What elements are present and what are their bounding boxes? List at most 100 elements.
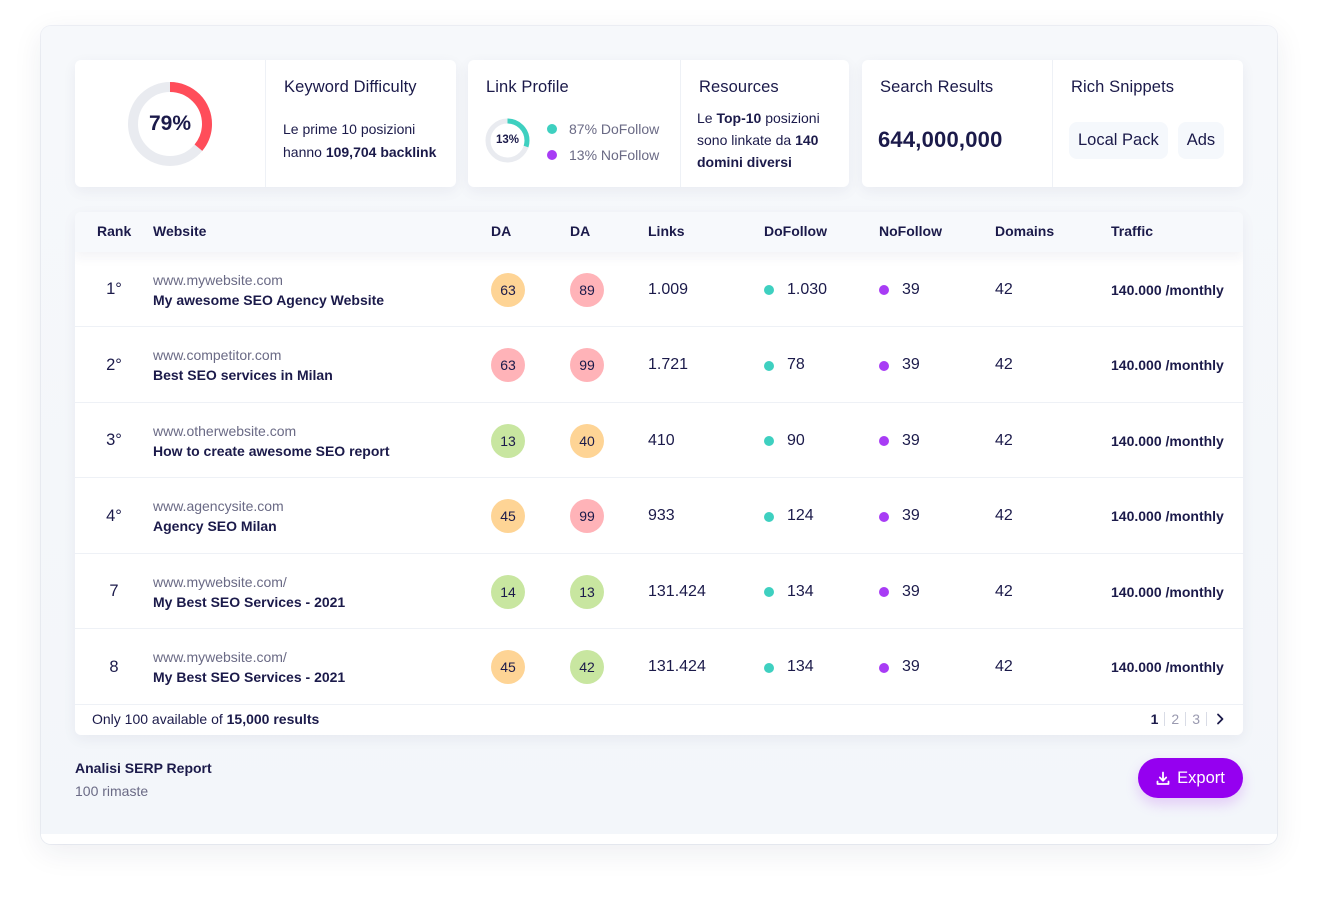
da-1-badge: 14 — [491, 574, 525, 609]
column-header-website[interactable]: Website — [153, 212, 206, 250]
dofollow-cell: 1.030 — [764, 252, 827, 327]
traffic-cell: 140.000 /monthly — [1111, 659, 1224, 675]
difficulty-gauge-pane: 79% — [75, 60, 265, 187]
da-1-cell: 45 — [491, 630, 525, 705]
website-title[interactable]: My Best SEO Services - 2021 — [153, 667, 345, 687]
table-row[interactable]: 7 www.mywebsite.com/My Best SEO Services … — [75, 554, 1243, 629]
page-3-button[interactable]: 3 — [1186, 711, 1206, 727]
column-header-traffic[interactable]: Traffic — [1111, 212, 1153, 250]
nofollow-dot-icon — [879, 285, 889, 295]
column-header-dofollow[interactable]: DoFollow — [764, 212, 827, 250]
difficulty-line-2-prefix: hanno — [283, 144, 326, 160]
links-cell: 933 — [648, 507, 675, 524]
results-info: Only 100 available of 15,000 results — [92, 705, 319, 733]
domains-cell: 42 — [995, 658, 1013, 675]
dofollow-cell: 134 — [764, 630, 814, 705]
website-title[interactable]: My Best SEO Services - 2021 — [153, 592, 345, 612]
rank-cell: 2° — [106, 355, 122, 374]
dofollow-dot-icon — [764, 511, 774, 522]
dofollow-value: 134 — [787, 658, 814, 675]
link-profile-percent: 13% — [495, 134, 520, 146]
nofollow-value: 39 — [902, 280, 920, 298]
dofollow-value: 78 — [787, 356, 805, 373]
table-row[interactable]: 4° www.agencysite.com Agency SEO Milan 45 99… — [75, 479, 1243, 554]
legend-label-nofollow: 13% NoFollow — [569, 147, 660, 163]
da-2-badge: 40 — [570, 423, 604, 458]
da-1-cell: 63 — [491, 252, 525, 327]
nofollow-dot-icon — [879, 587, 889, 597]
nofollow-value: 39 — [902, 507, 920, 524]
results-info-prefix: Only 100 available of — [92, 711, 227, 727]
column-header-da-1[interactable]: DA — [491, 212, 511, 250]
website-title[interactable]: Best SEO services in Milan — [153, 365, 333, 385]
traffic-cell: 140.000 /monthly — [1111, 508, 1224, 524]
links-cell: 1.721 — [648, 356, 689, 373]
chip-local-pack[interactable]: Local Pack — [1069, 122, 1168, 159]
table-row[interactable]: 3° www.otherwebsite.com How to create awes… — [75, 403, 1243, 478]
website-title[interactable]: Agency SEO Milan — [153, 516, 277, 536]
page-2-button[interactable]: 2 — [1165, 711, 1185, 727]
dofollow-dot-icon — [764, 587, 774, 597]
rich-snippets-title: Rich Snippets — [1071, 78, 1175, 96]
chip-ads[interactable]: Ads — [1177, 122, 1225, 159]
table-row[interactable]: 1° www.mywebsite.com My awesome SEO Agency… — [75, 252, 1243, 327]
column-header-links[interactable]: Links — [648, 212, 685, 250]
website-url[interactable]: www.otherwebsite.com — [153, 421, 296, 441]
link-profile-pane: Link Profile 13% 87% DoFollow 13% NoFoll… — [468, 60, 680, 187]
nofollow-cell: 39 — [879, 328, 920, 403]
link-profile-legend: 87% DoFollow 13% NoFollow — [547, 116, 659, 168]
website-title[interactable]: How to create awesome SEO report — [153, 441, 390, 461]
website-cell: www.agencysite.com Agency SEO Milan — [153, 479, 284, 554]
column-header-rank[interactable]: Rank — [97, 212, 131, 250]
resources-title: Resources — [699, 78, 779, 96]
nofollow-dot-icon — [879, 662, 889, 673]
nofollow-value: 39 — [902, 582, 920, 600]
serp-table: Rank Website DA DA Links DoFollow NoFoll… — [75, 212, 1243, 735]
keyword-difficulty-title: Keyword Difficulty — [284, 78, 417, 96]
export-button[interactable]: Export — [1138, 758, 1243, 798]
link-profile-title: Link Profile — [486, 78, 569, 96]
website-url[interactable]: www.agencysite.com — [153, 496, 284, 516]
website-title[interactable]: My awesome SEO Agency Website — [153, 290, 384, 310]
table-row[interactable]: 2° www.competitor.com Best SEO services in… — [75, 328, 1243, 403]
legend-label-dofollow: 87% DoFollow — [569, 121, 660, 137]
column-header-da-2[interactable]: DA — [570, 212, 590, 250]
column-header-domains[interactable]: Domains — [995, 212, 1054, 250]
domains-cell: 42 — [995, 507, 1013, 524]
table-row[interactable]: 8 www.mywebsite.com/My Best SEO Services … — [75, 630, 1243, 705]
search-results-pane: Search Results 644,000,000 — [862, 60, 1052, 187]
dofollow-dot-icon — [764, 436, 774, 446]
domains-cell: 42 — [995, 356, 1013, 373]
report-title: Analisi SERP Report — [75, 760, 212, 776]
dofollow-dot-icon — [764, 360, 774, 371]
search-results-title: Search Results — [880, 78, 994, 96]
links-cell: 131.424 — [648, 582, 706, 600]
nofollow-cell: 39 — [879, 554, 920, 629]
da-1-cell: 13 — [491, 403, 525, 478]
column-header-nofollow[interactable]: NoFollow — [879, 212, 942, 250]
da-2-cell: 99 — [570, 328, 604, 403]
traffic-cell: 140.000 /monthly — [1111, 281, 1224, 298]
da-2-badge: 99 — [570, 348, 604, 382]
pagination: 1 2 3 — [1145, 705, 1225, 733]
website-url[interactable]: www.mywebsite.com — [153, 270, 283, 290]
website-url[interactable]: www.mywebsite.com/ — [153, 647, 287, 667]
dofollow-cell: 134 — [764, 554, 814, 629]
domains-cell: 42 — [995, 431, 1013, 449]
website-url[interactable]: www.mywebsite.com/ — [153, 572, 287, 592]
da-1-cell: 14 — [491, 554, 525, 629]
da-1-cell: 63 — [491, 328, 525, 403]
page-1-button[interactable]: 1 — [1145, 711, 1165, 727]
dofollow-dot-icon — [764, 285, 774, 295]
rich-snippets-pane: Rich Snippets Local Pack Ads — [1052, 60, 1243, 187]
resources-pane: Resources Le Top-10 posizioni sono linka… — [680, 60, 849, 187]
next-page-button[interactable] — [1207, 713, 1225, 725]
dofollow-value: 1.030 — [787, 280, 828, 298]
website-url[interactable]: www.competitor.com — [153, 345, 281, 365]
rank-cell: 3° — [106, 431, 122, 449]
difficulty-info-pane: Keyword Difficulty Le prime 10 posizioni… — [265, 60, 456, 187]
website-cell: www.otherwebsite.com How to create awesom… — [153, 403, 390, 478]
website-cell: www.mywebsite.com/My Best SEO Services -… — [153, 554, 345, 629]
website-cell: www.mywebsite.com My awesome SEO Agency W… — [153, 252, 384, 327]
da-2-cell: 42 — [570, 630, 604, 705]
